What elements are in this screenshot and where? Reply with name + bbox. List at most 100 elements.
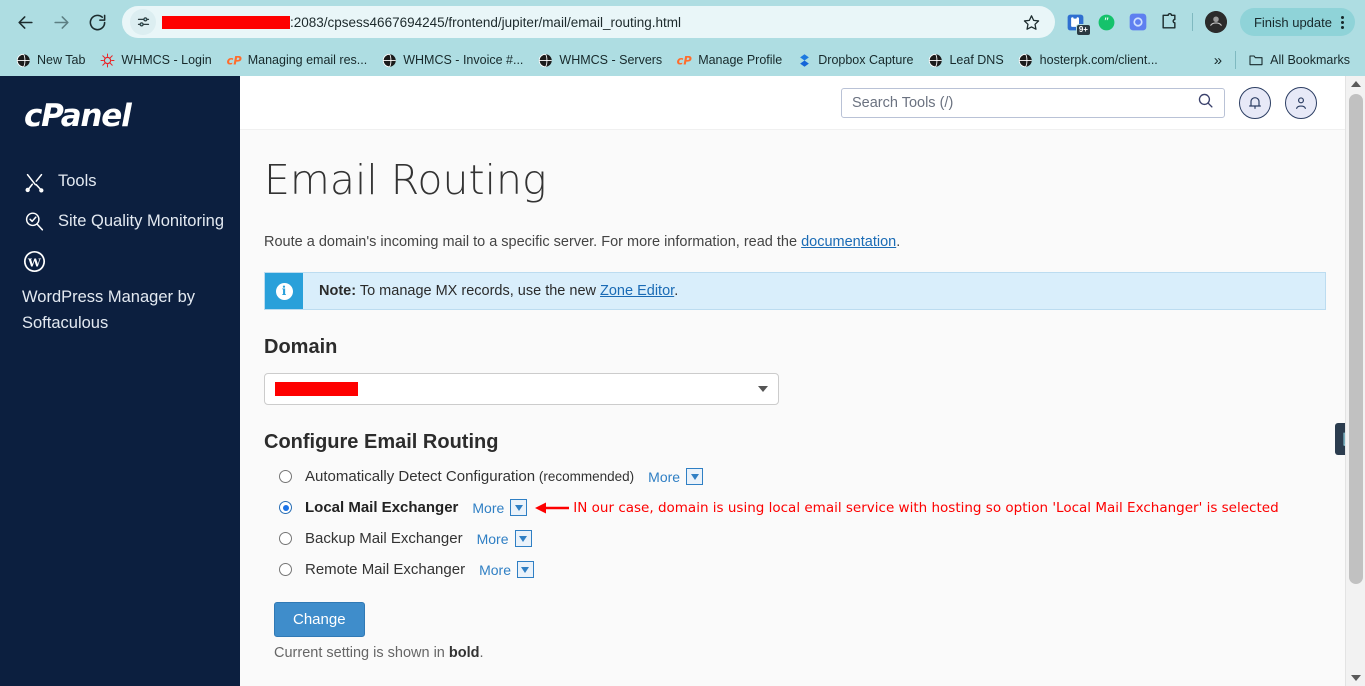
configure-heading: Configure Email Routing bbox=[264, 431, 499, 453]
bookmarks-bar: New Tab WHMCS - Login cP Managing email … bbox=[0, 44, 1365, 76]
radio-local-mail-exchanger[interactable] bbox=[279, 501, 292, 514]
intro-text-after: . bbox=[896, 234, 901, 250]
bookmark-item[interactable]: New Tab bbox=[8, 49, 92, 71]
zone-editor-link[interactable]: Zone Editor bbox=[600, 283, 674, 299]
bookmark-label: WHMCS - Servers bbox=[559, 53, 663, 67]
globe-icon bbox=[15, 52, 31, 68]
annotation-arrow-icon bbox=[535, 502, 570, 513]
sidebar-item-tools[interactable]: Tools bbox=[0, 162, 240, 202]
globe-icon bbox=[927, 52, 943, 68]
sidebar-item-label: WordPress Manager by Softaculous bbox=[22, 288, 196, 332]
info-icon-wrap: i bbox=[265, 273, 303, 309]
chevron-down-icon[interactable] bbox=[758, 386, 768, 392]
extensions-area: 9+ ” Finish update bbox=[1061, 8, 1355, 36]
sidebar-item-wordpress-manager[interactable]: W WordPress Manager by Softaculous bbox=[0, 241, 240, 343]
toolbar-divider bbox=[1191, 13, 1193, 31]
bookmark-item[interactable]: cP Manage Profile bbox=[669, 49, 789, 71]
all-bookmarks-button[interactable]: All Bookmarks bbox=[1241, 49, 1357, 71]
bookmark-item[interactable]: WHMCS - Invoice #... bbox=[374, 49, 530, 71]
account-button[interactable] bbox=[1285, 86, 1317, 119]
browser-menu-icon[interactable] bbox=[1338, 15, 1347, 29]
more-link[interactable]: More bbox=[479, 562, 511, 578]
routing-option-row[interactable]: Remote Mail Exchanger More bbox=[264, 561, 1365, 578]
content-area: Email Routing Route a domain's incoming … bbox=[240, 76, 1365, 686]
bookmarks-overflow-icon[interactable]: » bbox=[1206, 52, 1230, 69]
routing-option-row[interactable]: Backup Mail Exchanger More bbox=[264, 530, 1365, 547]
bookmark-label: Manage Profile bbox=[698, 53, 783, 67]
bookmark-item[interactable]: WHMCS - Servers bbox=[530, 49, 669, 71]
bookmarks-bar-right: » All Bookmarks bbox=[1206, 49, 1357, 71]
documentation-link[interactable]: documentation bbox=[801, 234, 896, 250]
current-setting-after: . bbox=[479, 645, 484, 661]
page-scrollbar[interactable] bbox=[1345, 76, 1365, 686]
sidebar-item-site-quality-monitoring[interactable]: Site Quality Monitoring bbox=[0, 202, 240, 242]
url-path: :2083/cpsess4667694245/frontend/jupiter/… bbox=[290, 14, 681, 30]
reload-icon[interactable] bbox=[82, 7, 112, 37]
scroll-up-arrow-icon[interactable] bbox=[1346, 76, 1365, 92]
routing-option-row[interactable]: Automatically Detect Configuration (reco… bbox=[264, 468, 1365, 485]
sidebar-item-label: Site Quality Monitoring bbox=[58, 211, 224, 230]
wordpress-icon: W bbox=[22, 249, 46, 273]
more-toggle-icon[interactable] bbox=[514, 530, 532, 547]
avatar[interactable] bbox=[1204, 11, 1227, 33]
more-link[interactable]: More bbox=[648, 469, 680, 485]
current-setting-bold: bold bbox=[448, 645, 480, 661]
note-banner: i Note: To manage MX records, use the ne… bbox=[264, 272, 1326, 310]
browser-chrome: :2083/cpsess4667694245/frontend/jupiter/… bbox=[0, 0, 1365, 76]
annotation-callout: IN our case, domain is using local email… bbox=[535, 500, 1279, 516]
finish-update-button[interactable]: Finish update bbox=[1239, 8, 1355, 36]
clipboard-extension-icon[interactable]: 9+ bbox=[1065, 11, 1091, 36]
main-panel: Email Routing Route a domain's incoming … bbox=[240, 130, 1365, 686]
site-settings-icon[interactable] bbox=[130, 9, 156, 35]
note-label: Note: bbox=[319, 283, 357, 299]
whmcs-icon bbox=[99, 52, 115, 68]
bookmark-item[interactable]: Leaf DNS bbox=[920, 49, 1010, 71]
globe-icon bbox=[381, 52, 397, 68]
dropbox-icon bbox=[796, 52, 812, 68]
more-toggle-icon[interactable] bbox=[510, 499, 528, 516]
bookmark-label: New Tab bbox=[37, 53, 86, 67]
more-link[interactable]: More bbox=[477, 531, 509, 547]
scroll-down-arrow-icon[interactable] bbox=[1346, 670, 1365, 686]
tools-icon bbox=[22, 170, 46, 194]
notifications-button[interactable] bbox=[1239, 86, 1271, 119]
domain-select[interactable] bbox=[264, 373, 779, 405]
bookmark-item[interactable]: hosterpk.com/client... bbox=[1011, 49, 1165, 71]
puzzle-extensions-icon[interactable] bbox=[1158, 11, 1180, 33]
radio-remote-mail-exchanger[interactable] bbox=[279, 563, 292, 576]
bookmark-star-icon[interactable] bbox=[1019, 9, 1045, 35]
more-toggle-icon[interactable] bbox=[516, 561, 534, 578]
search-tools-box[interactable] bbox=[841, 87, 1225, 118]
bookmark-item[interactable]: WHMCS - Login bbox=[92, 49, 218, 71]
info-icon: i bbox=[275, 282, 293, 300]
search-input[interactable] bbox=[852, 94, 1197, 111]
cpanel-sidebar: cPanel Tools Site Quality Monitoring W W… bbox=[0, 76, 240, 686]
bookmark-item[interactable]: cP Managing email res... bbox=[219, 49, 375, 71]
back-arrow-icon[interactable] bbox=[10, 7, 40, 37]
scrollbar-thumb[interactable] bbox=[1348, 94, 1363, 584]
address-bar[interactable]: :2083/cpsess4667694245/frontend/jupiter/… bbox=[122, 6, 1055, 38]
forward-arrow-icon[interactable] bbox=[46, 7, 76, 37]
svg-text:cP: cP bbox=[677, 54, 692, 68]
change-button[interactable]: Change bbox=[274, 602, 365, 637]
svg-text:”: ” bbox=[1104, 16, 1109, 28]
note-text-after: . bbox=[674, 283, 679, 299]
cpanel-logo[interactable]: cPanel bbox=[0, 98, 240, 162]
note-text: Note: To manage MX records, use the new … bbox=[303, 283, 678, 299]
search-icon[interactable] bbox=[1197, 92, 1214, 114]
routing-option-label: Local Mail Exchanger bbox=[305, 499, 459, 516]
grammarly-extension-icon[interactable]: ” bbox=[1096, 11, 1118, 33]
chatgpt-extension-icon[interactable] bbox=[1127, 11, 1149, 33]
app-topbar bbox=[240, 76, 1365, 130]
routing-option-label: Automatically Detect Configuration (reco… bbox=[305, 468, 634, 485]
domain-heading: Domain bbox=[264, 336, 338, 358]
more-toggle-icon[interactable] bbox=[686, 468, 704, 485]
routing-option-row[interactable]: Local Mail Exchanger More IN our case, d… bbox=[264, 499, 1365, 516]
finish-update-label: Finish update bbox=[1253, 14, 1332, 30]
bookmark-item[interactable]: Dropbox Capture bbox=[789, 49, 920, 71]
radio-backup-mail-exchanger[interactable] bbox=[279, 532, 292, 545]
more-link[interactable]: More bbox=[472, 500, 504, 516]
radio-automatic[interactable] bbox=[279, 470, 292, 483]
magnifier-check-icon bbox=[22, 210, 46, 234]
bookmark-label: WHMCS - Invoice #... bbox=[403, 53, 524, 67]
